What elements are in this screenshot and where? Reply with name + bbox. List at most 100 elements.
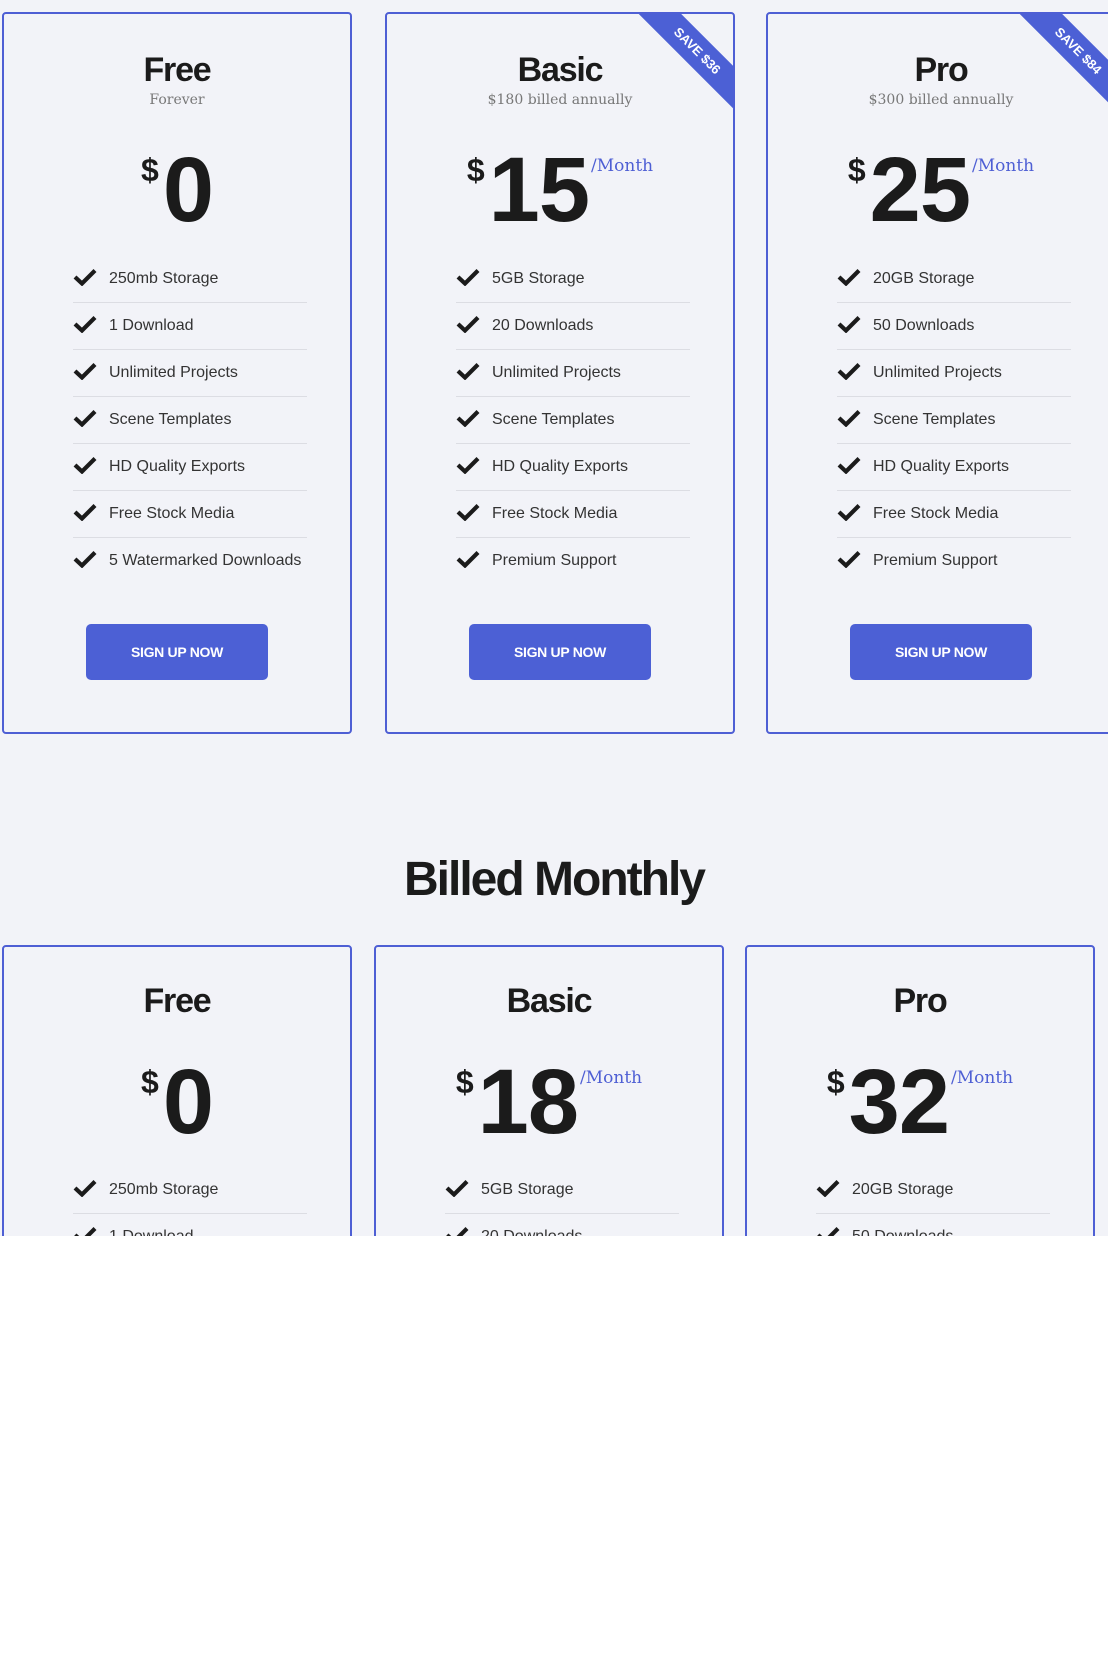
feature-label: Unlimited Projects [873,364,1002,381]
feature-item: Scene Templates [456,397,690,444]
feature-label: Premium Support [492,552,617,569]
feature-label: 5GB Storage [481,1181,574,1198]
plan-name: Basic [506,982,593,1020]
feature-item: Scene Templates [73,397,307,444]
feature-label: Scene Templates [492,411,615,428]
feature-label: 250mb Storage [109,270,219,287]
sign-up-button[interactable]: SIGN UP NOW [86,624,268,680]
currency-symbol: $ [847,152,866,188]
feature-item: 20 Downloads [456,303,690,350]
feature-label: Scene Templates [873,411,996,428]
feature-label: 50 Downloads [873,317,975,334]
plan-card-pro: SAVE $84 Pro $300 billed annually $25/Month… [766,12,1108,734]
feature-item: 20GB Storage [837,256,1071,303]
price-period: /Month [951,1068,1014,1088]
feature-label: Scene Templates [109,411,232,428]
feature-label: 5GB Storage [492,270,585,287]
plan-billing-note: $180 billed annually [487,92,633,108]
feature-list: 5GB Storage 20 Downloads Unlimited Project… [456,256,690,584]
feature-label: 20GB Storage [873,270,975,287]
feature-label: HD Quality Exports [492,458,629,475]
check-icon [456,362,492,385]
price-period: /Month [591,156,654,176]
feature-list: 5GB Storage 20 Downloads [445,1167,679,1236]
currency-symbol: $ [455,1064,474,1100]
feature-item: 250mb Storage [73,256,307,303]
feature-label: 1 Download [109,317,194,334]
feature-item: Free Stock Media [837,491,1071,538]
pricing-section: Free Forever $0 250mb Storage 1 Download Unli… [0,0,1108,1236]
plan-price: $18/Month [376,1056,722,1148]
feature-item: 5 Watermarked Downloads [73,538,307,584]
check-icon [816,1179,852,1202]
currency-symbol: $ [466,152,485,188]
feature-item: 1 Download [73,1214,307,1236]
feature-item: 50 Downloads [816,1214,1050,1236]
feature-item: HD Quality Exports [837,444,1071,491]
plan-card-basic: Basic $18/Month 5GB Storage 20 Downloads [374,945,724,1236]
check-icon [73,315,109,338]
feature-label: 20 Downloads [481,1228,582,1236]
check-icon [837,503,873,526]
feature-label: Premium Support [873,552,998,569]
plan-name: Basic [517,51,604,89]
plan-card-free: Free Forever $0 250mb Storage 1 Download Unli… [2,12,352,734]
feature-label: HD Quality Exports [109,458,246,475]
feature-item: Unlimited Projects [73,350,307,397]
check-icon [837,456,873,479]
plan-card-basic: SAVE $36 Basic $180 billed annually $15/Mon… [385,12,735,734]
check-icon [837,268,873,291]
currency-symbol: $ [141,152,159,188]
billed-monthly-heading: Billed Monthly [404,853,706,906]
plan-name: Pro [914,51,968,89]
check-icon [456,315,492,338]
feature-item: HD Quality Exports [456,444,690,491]
feature-item: 250mb Storage [73,1167,307,1214]
check-icon [456,268,492,291]
check-icon [73,503,109,526]
check-icon [456,550,492,573]
feature-item: Free Stock Media [73,491,307,538]
price-period: /Month [580,1068,643,1088]
feature-item: Unlimited Projects [837,350,1071,397]
feature-list: 250mb Storage 1 Download Unlimited Project… [73,256,307,584]
sign-up-button[interactable]: SIGN UP NOW [850,624,1032,680]
feature-item: 1 Download [73,303,307,350]
feature-label: 20GB Storage [852,1181,954,1198]
sign-up-button[interactable]: SIGN UP NOW [469,624,651,680]
check-icon [445,1179,481,1202]
feature-label: 250mb Storage [109,1181,219,1198]
feature-item: HD Quality Exports [73,444,307,491]
feature-label: 20 Downloads [492,317,594,334]
feature-label: Free Stock Media [873,505,999,522]
price-period: /Month [972,156,1035,176]
plan-name: Pro [893,982,947,1020]
check-icon [816,1226,852,1236]
plan-price: $15/Month [387,144,733,236]
feature-item: 20GB Storage [816,1167,1050,1214]
plan-name: Free [143,982,211,1020]
price-amount: 32 [848,1051,950,1153]
currency-symbol: $ [826,1064,845,1100]
feature-list: 20GB Storage 50 Downloads [816,1167,1050,1236]
feature-item: Premium Support [456,538,690,584]
plan-card-free: Free $0 250mb Storage 1 Download [2,945,352,1236]
check-icon [837,409,873,432]
check-icon [73,409,109,432]
feature-item: Premium Support [837,538,1071,584]
plan-billing-note: $300 billed annually [868,92,1014,108]
feature-label: Unlimited Projects [492,364,621,381]
feature-item: Free Stock Media [456,491,690,538]
feature-item: Unlimited Projects [456,350,690,397]
feature-item: 5GB Storage [456,256,690,303]
check-icon [73,1179,109,1202]
check-icon [837,315,873,338]
feature-list: 250mb Storage 1 Download [73,1167,307,1236]
price-amount: 25 [869,139,971,241]
check-icon [73,362,109,385]
check-icon [73,268,109,291]
check-icon [456,409,492,432]
check-icon [445,1226,481,1236]
feature-label: Free Stock Media [109,505,235,522]
feature-label: Unlimited Projects [109,364,238,381]
